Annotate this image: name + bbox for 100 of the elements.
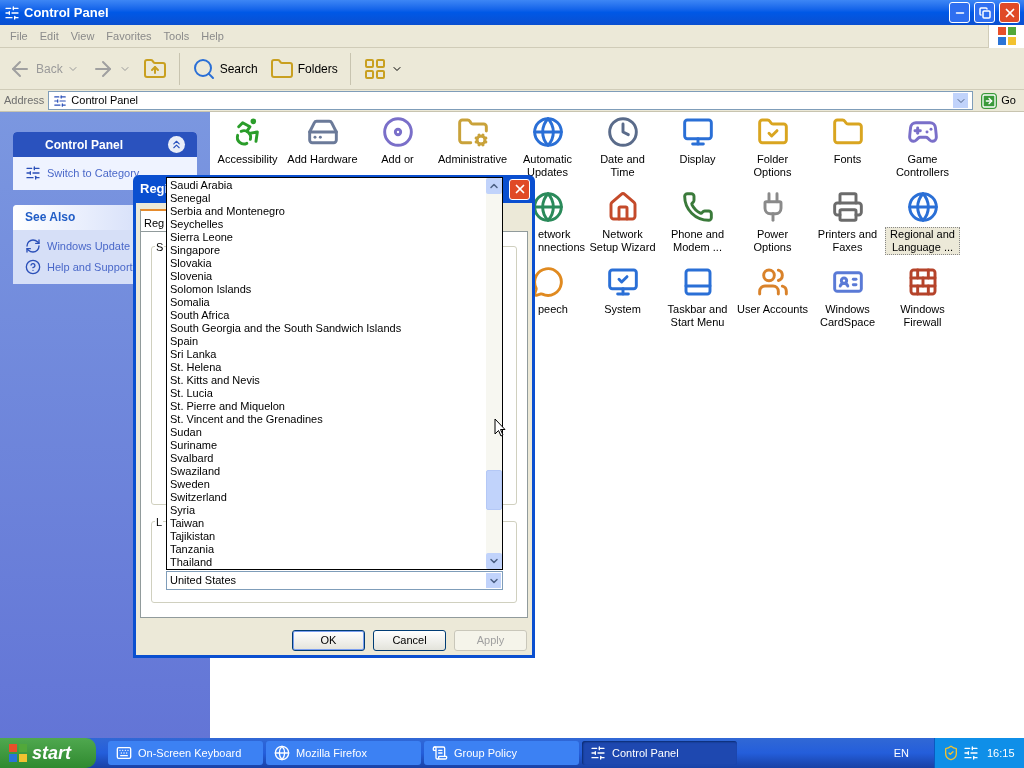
- list-option[interactable]: St. Kitts and Nevis: [170, 374, 486, 387]
- restore-button[interactable]: [974, 2, 995, 23]
- list-option[interactable]: Seychelles: [170, 218, 486, 231]
- icon-label[interactable]: Power Options: [735, 227, 810, 255]
- list-option[interactable]: Saudi Arabia: [170, 179, 486, 192]
- list-option[interactable]: South Georgia and the South Sandwich Islands: [170, 322, 486, 335]
- list-option[interactable]: Senegal: [170, 192, 486, 205]
- icon-label[interactable]: Fonts: [831, 152, 864, 167]
- country-combo[interactable]: United States: [166, 571, 503, 590]
- icon-label[interactable]: Windows CardSpace: [810, 302, 885, 330]
- taskbar-button[interactable]: Control Panel: [582, 741, 737, 765]
- start-button[interactable]: start: [0, 738, 96, 768]
- folders-button[interactable]: Folders: [265, 51, 342, 86]
- dialog-button[interactable]: Cancel: [373, 630, 446, 651]
- list-option[interactable]: Taiwan: [170, 517, 486, 530]
- go-button[interactable]: Go: [977, 92, 1020, 109]
- icon-label[interactable]: Game Controllers: [885, 152, 960, 180]
- keyboard-icon: [116, 745, 132, 761]
- list-option[interactable]: Switzerland: [170, 491, 486, 504]
- icon-label[interactable]: User Accounts: [735, 302, 810, 317]
- icon-label[interactable]: Windows Firewall: [885, 302, 960, 330]
- taskbar-button[interactable]: On-Screen Keyboard: [108, 741, 263, 765]
- list-option[interactable]: Thailand: [170, 556, 486, 569]
- help-icon: [25, 259, 41, 276]
- globe-icon: [274, 745, 290, 761]
- list-option[interactable]: Swaziland: [170, 465, 486, 478]
- list-option[interactable]: Slovakia: [170, 257, 486, 270]
- icon-label[interactable]: Date and Time: [585, 152, 660, 180]
- list-option[interactable]: Sudan: [170, 426, 486, 439]
- disc-icon[interactable]: [381, 116, 414, 148]
- list-option[interactable]: Somalia: [170, 296, 486, 309]
- restore-icon: [978, 6, 991, 19]
- list-option[interactable]: Sri Lanka: [170, 348, 486, 361]
- close-button[interactable]: [509, 178, 530, 200]
- list-option[interactable]: South Africa: [170, 309, 486, 322]
- monitor-icon[interactable]: [681, 116, 714, 148]
- sidebar-link[interactable]: Help and Support: [47, 259, 133, 276]
- list-option[interactable]: St. Vincent and the Grenadines: [170, 413, 486, 426]
- icon-label[interactable]: Automatic Updates: [510, 152, 585, 180]
- scroll-down-button[interactable]: [486, 553, 502, 569]
- window-title: Control Panel: [24, 3, 110, 22]
- sidebar-link[interactable]: Switch to Category: [47, 165, 140, 182]
- list-option[interactable]: Spain: [170, 335, 486, 348]
- minimize-button[interactable]: [949, 2, 970, 23]
- folder-icon: [269, 56, 294, 81]
- icon-label[interactable]: Folder Options: [735, 152, 810, 180]
- users-icon[interactable]: [756, 266, 789, 298]
- sidebar-link[interactable]: Windows Update: [47, 237, 131, 254]
- list-option[interactable]: Slovenia: [170, 270, 486, 283]
- list-option[interactable]: Sierra Leone: [170, 231, 486, 244]
- icon-label[interactable]: Regional and Language ...: [885, 227, 960, 255]
- icon-label[interactable]: Add Hardware: [285, 152, 360, 167]
- collapse-icon[interactable]: [168, 136, 185, 153]
- icon-label[interactable]: Add or: [379, 152, 416, 167]
- sliders-icon: [53, 93, 68, 108]
- icon-label[interactable]: Printers and Faxes: [810, 227, 885, 255]
- clock: 16:15: [987, 745, 1015, 761]
- clock-icon[interactable]: [606, 116, 639, 148]
- list-option[interactable]: St. Helena: [170, 361, 486, 374]
- icon-label[interactable]: Display: [677, 152, 718, 167]
- icon-label[interactable]: Taskbar and Start Menu: [660, 302, 735, 330]
- list-option[interactable]: Tanzania: [170, 543, 486, 556]
- list-option[interactable]: Tajikistan: [170, 530, 486, 543]
- search-button[interactable]: Search: [187, 51, 262, 86]
- list-option[interactable]: Suriname: [170, 439, 486, 452]
- list-option[interactable]: Singapore: [170, 244, 486, 257]
- arrow-icon: [981, 92, 998, 109]
- list-option[interactable]: St. Pierre and Miquelon: [170, 400, 486, 413]
- close-button[interactable]: [999, 2, 1020, 23]
- sliders-icon[interactable]: [963, 745, 979, 761]
- list-option[interactable]: Solomon Islands: [170, 283, 486, 296]
- icon-label[interactable]: System: [602, 302, 643, 317]
- scroll-thumb[interactable]: [486, 470, 502, 510]
- scroll-up-button[interactable]: [486, 178, 502, 194]
- icon-label[interactable]: Administrative: [435, 152, 510, 167]
- printer-icon[interactable]: [831, 191, 864, 223]
- dialog-tab[interactable]: Reg: [140, 209, 169, 231]
- folder-gear-icon[interactable]: [456, 116, 489, 148]
- icon-label[interactable]: peech: [536, 302, 585, 317]
- icon-label[interactable]: etwork nnections: [536, 227, 585, 255]
- list-option[interactable]: Serbia and Montenegro: [170, 205, 486, 218]
- icon-label[interactable]: Accessibility: [215, 152, 280, 167]
- taskbar-button[interactable]: Group Policy: [424, 741, 579, 765]
- taskbar-button[interactable]: Mozilla Firefox: [266, 741, 421, 765]
- flag-icon: [8, 743, 28, 763]
- list-option[interactable]: Svalbard: [170, 452, 486, 465]
- address-field[interactable]: Control Panel: [48, 91, 974, 110]
- globe-icon[interactable]: [906, 191, 939, 223]
- dialog-button[interactable]: OK: [292, 630, 365, 651]
- address-label: Address: [4, 93, 45, 109]
- icon-label[interactable]: Network Setup Wizard: [585, 227, 660, 255]
- globe-icon[interactable]: [531, 116, 564, 148]
- icon-label[interactable]: Phone and Modem ...: [660, 227, 735, 255]
- list-option[interactable]: Syria: [170, 504, 486, 517]
- language-indicator[interactable]: EN: [893, 744, 909, 762]
- monitor-icon[interactable]: [606, 266, 639, 298]
- phone-icon[interactable]: [681, 191, 714, 223]
- folder-up-icon: [142, 56, 167, 81]
- list-option[interactable]: St. Lucia: [170, 387, 486, 400]
- list-option[interactable]: Sweden: [170, 478, 486, 491]
